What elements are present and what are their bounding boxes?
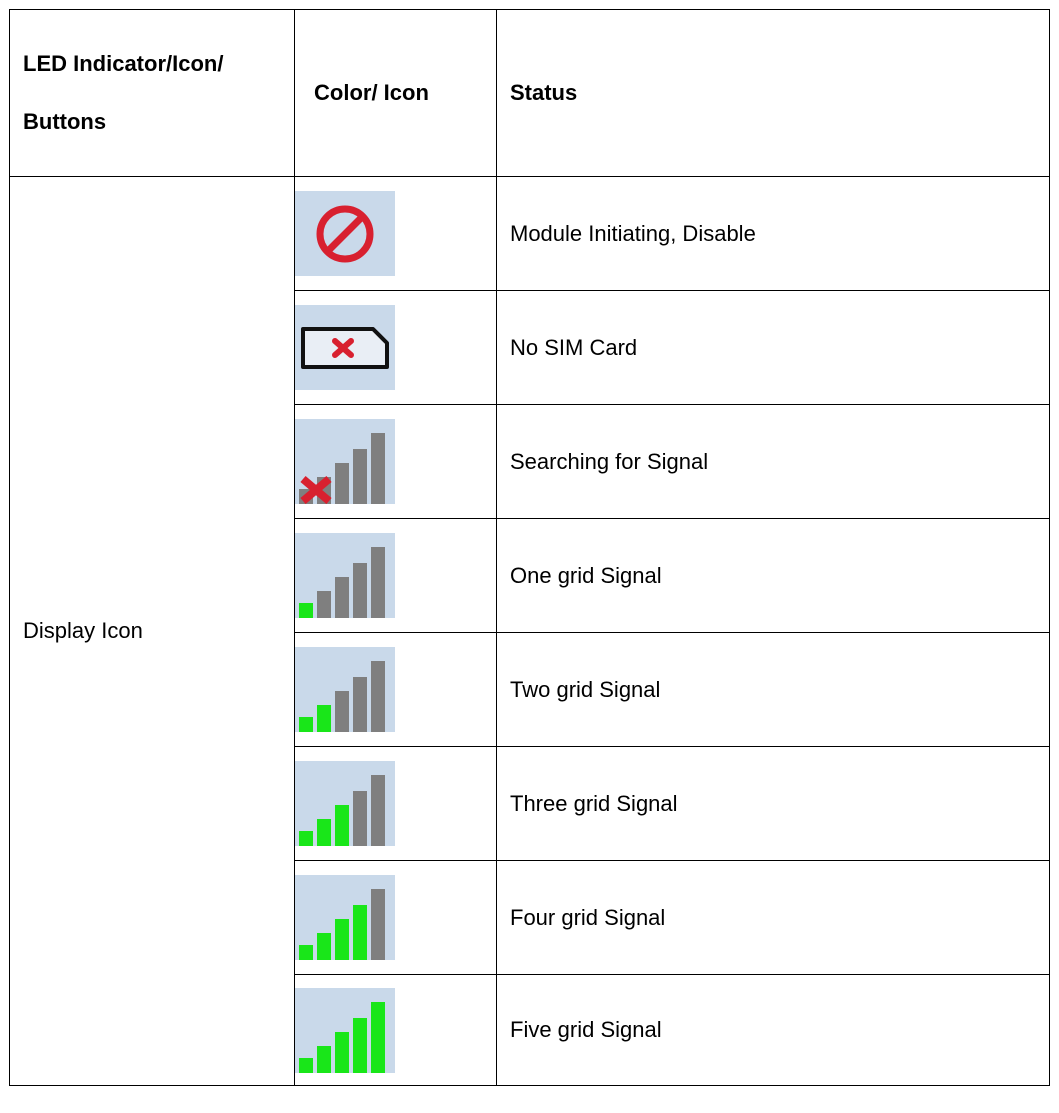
header-led-indicator: LED Indicator/Icon/ Buttons	[9, 9, 295, 177]
signal-bar-3	[335, 805, 349, 846]
signal-bar-4	[353, 905, 367, 960]
signal-bar-1	[299, 831, 313, 846]
signal-bar-3	[335, 691, 349, 732]
status-text: Two grid Signal	[496, 632, 1050, 747]
signal-bar-4	[353, 791, 367, 846]
document-page: LED Indicator/Icon/ Buttons Color/ Icon …	[0, 0, 1059, 1113]
signal-bar-2	[317, 819, 331, 846]
icon-cell	[294, 290, 497, 405]
signal-bar-1	[299, 1057, 313, 1073]
signal-3-bars-icon	[295, 761, 395, 846]
status-text: Four grid Signal	[496, 860, 1050, 975]
signal-5-bars-icon	[295, 987, 395, 1073]
status-table: LED Indicator/Icon/ Buttons Color/ Icon …	[9, 9, 1050, 1086]
header-status: Status	[496, 9, 1050, 177]
signal-bar-5	[371, 775, 385, 846]
disable-icon	[295, 191, 395, 276]
signal-2-bars-icon	[295, 647, 395, 732]
status-text: Module Initiating, Disable	[496, 176, 1050, 291]
signal-bar-5	[371, 889, 385, 960]
signal-4-bars-icon	[295, 875, 395, 960]
header-row: LED Indicator/Icon/ Buttons Color/ Icon …	[9, 9, 1050, 177]
status-text: Three grid Signal	[496, 746, 1050, 861]
icon-cell	[294, 860, 497, 975]
signal-1-bar-icon	[295, 533, 395, 618]
signal-bar-5	[371, 1001, 385, 1073]
signal-bar-2	[317, 591, 331, 618]
status-text: Searching for Signal	[496, 404, 1050, 519]
status-text: Five grid Signal	[496, 974, 1050, 1086]
table-row: Display Icon Module Initiating, Disable	[9, 176, 1050, 1086]
signal-bar-2	[317, 1045, 331, 1073]
signal-bar-4	[353, 677, 367, 732]
signal-bar-2	[317, 705, 331, 732]
icon-cell	[294, 518, 497, 633]
header-color-icon: Color/ Icon	[294, 9, 497, 177]
signal-bar-5	[371, 661, 385, 732]
signal-bar-1	[299, 603, 313, 618]
no-sim-card-icon	[295, 305, 395, 390]
signal-bar-5	[371, 547, 385, 618]
icon-cell	[294, 176, 497, 291]
header-line-2: Buttons	[23, 109, 107, 134]
searching-signal-icon	[295, 419, 395, 504]
icon-cell	[294, 404, 497, 519]
signal-bar-4	[353, 563, 367, 618]
signal-bar-3	[335, 1031, 349, 1073]
signal-bar-3	[335, 919, 349, 960]
group-label-cell: Display Icon	[9, 176, 295, 1086]
icon-cell	[294, 632, 497, 747]
signal-bar-1	[299, 717, 313, 732]
status-text: No SIM Card	[496, 290, 1050, 405]
signal-bar-4	[353, 1017, 367, 1073]
icon-cell	[294, 974, 497, 1086]
signal-bar-1	[299, 945, 313, 960]
signal-bar-2	[317, 933, 331, 960]
status-text: One grid Signal	[496, 518, 1050, 633]
signal-bar-3	[335, 577, 349, 618]
header-line-1: LED Indicator/Icon/	[23, 51, 224, 76]
icon-cell	[294, 746, 497, 861]
